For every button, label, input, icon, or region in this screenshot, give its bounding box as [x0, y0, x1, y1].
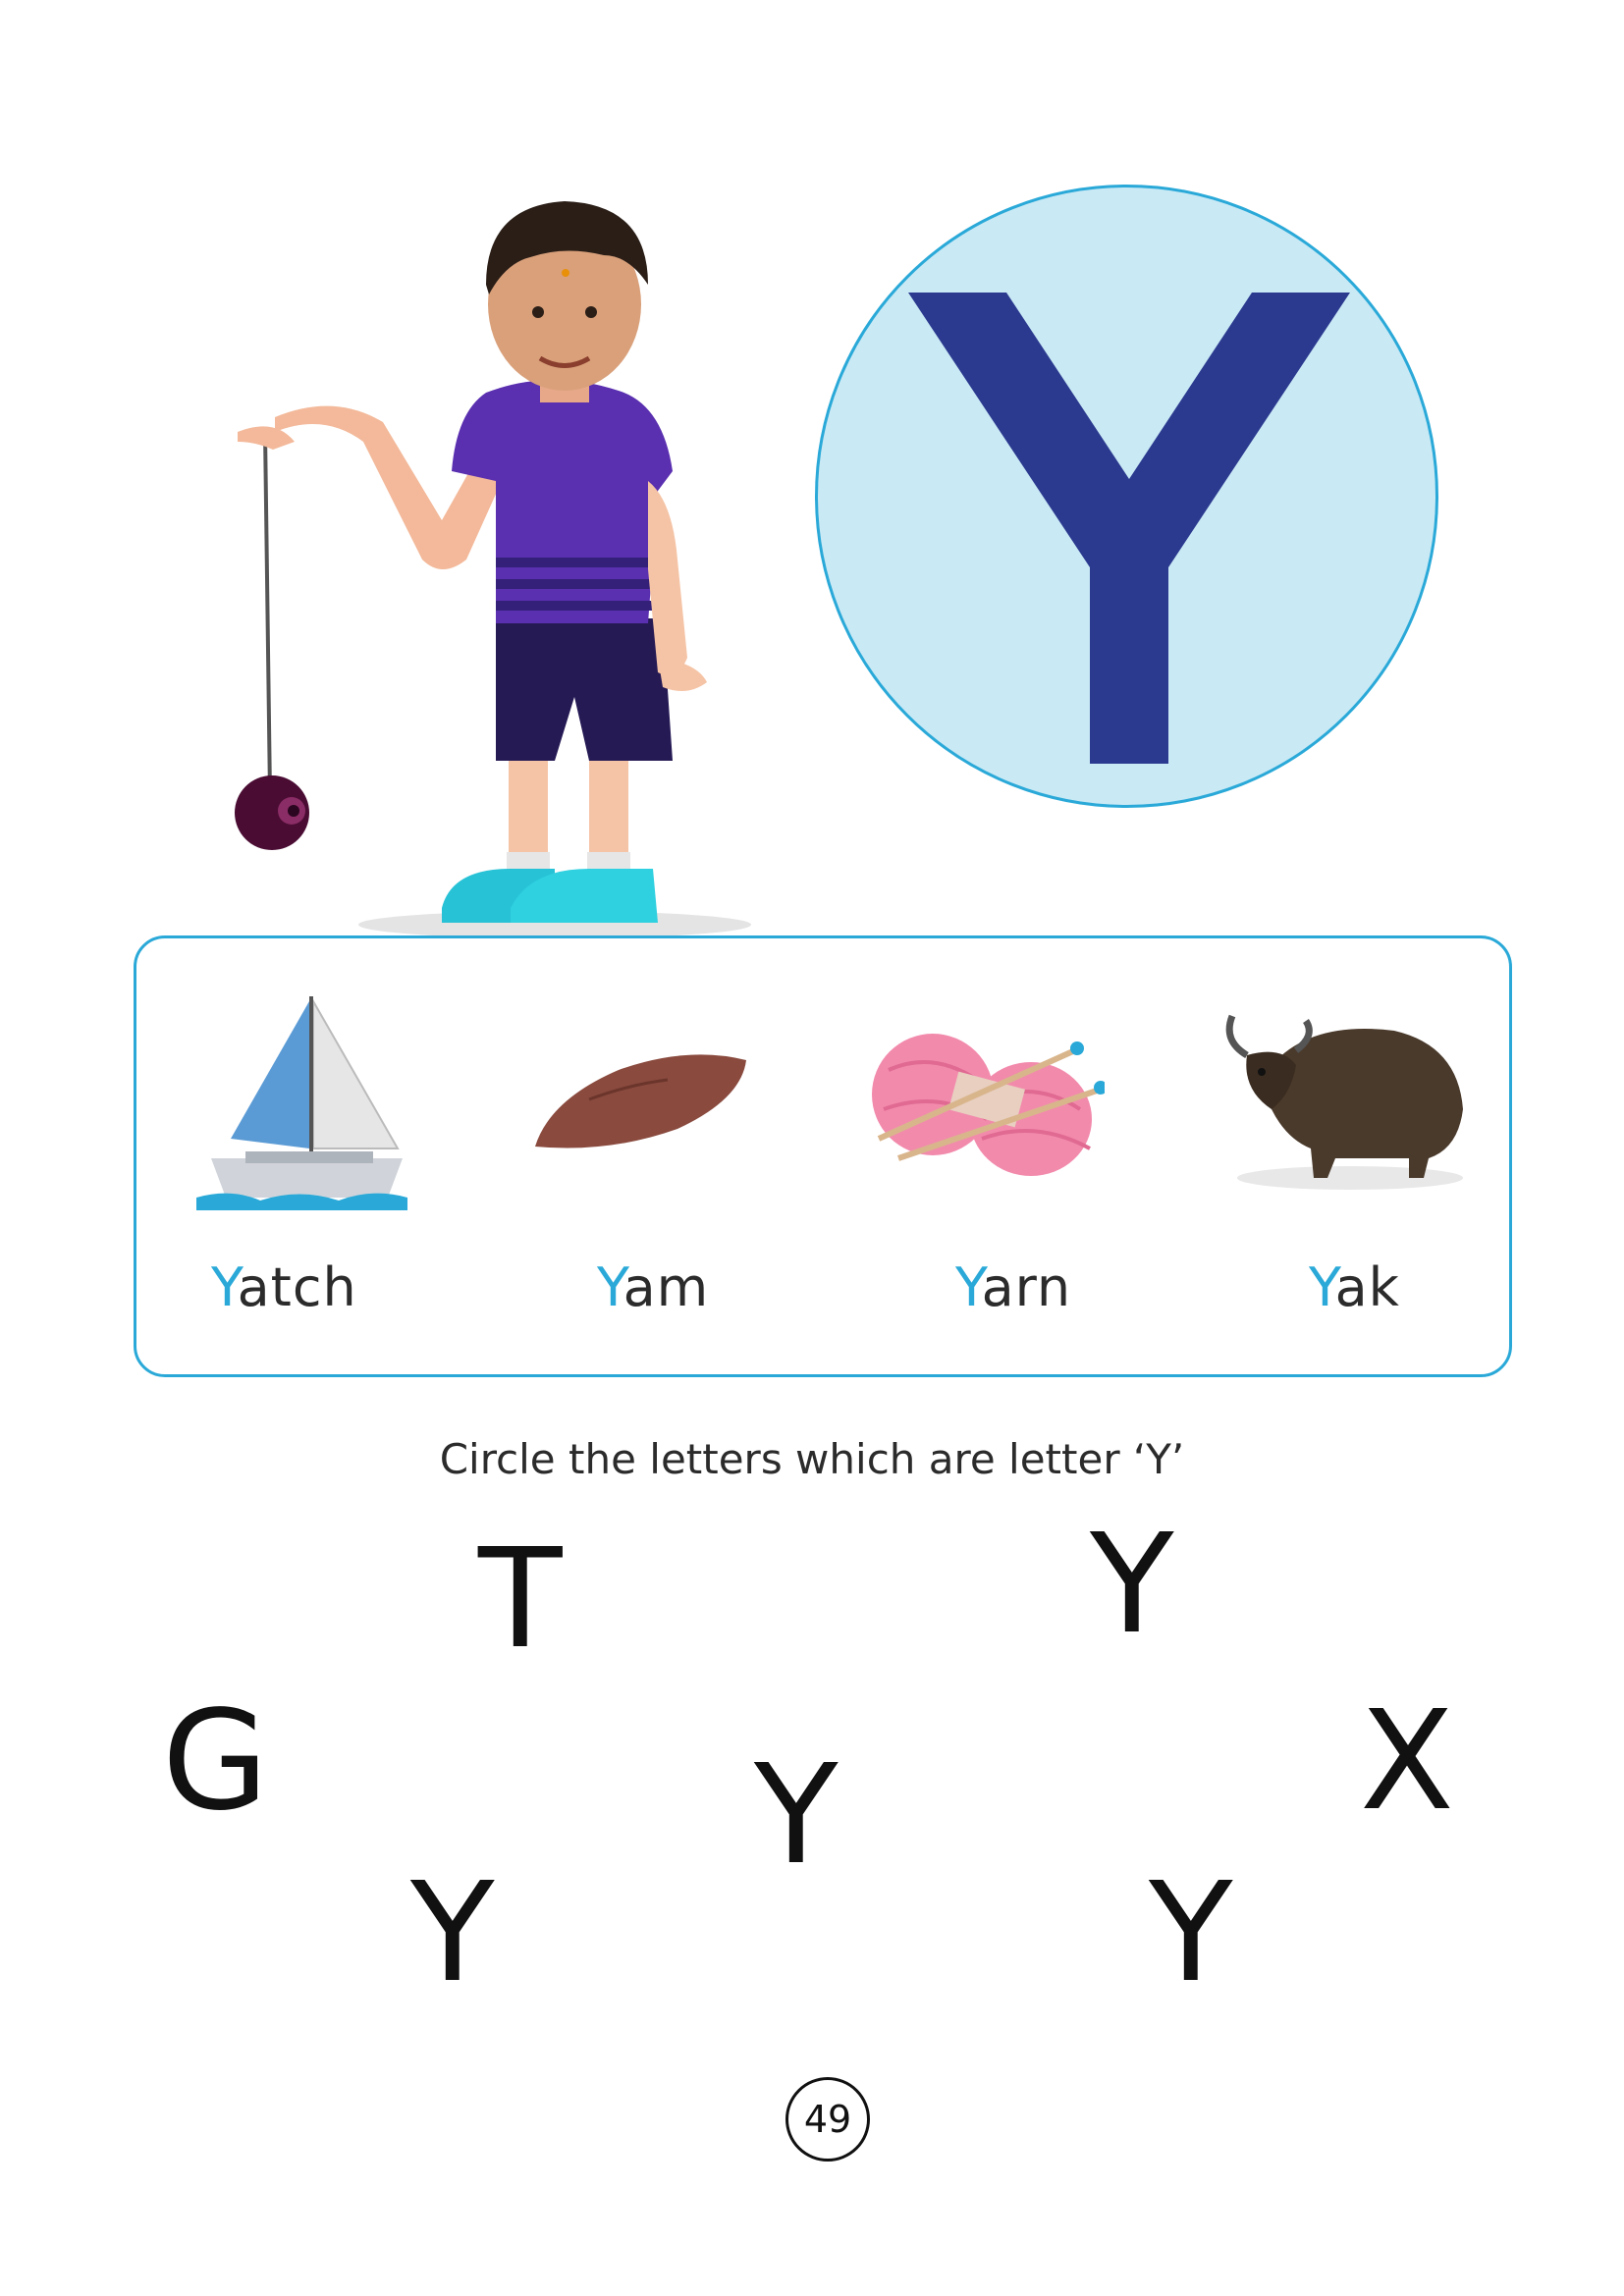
letter-option[interactable]: X — [1360, 1693, 1454, 1831]
letter-option[interactable]: T — [478, 1531, 563, 1669]
instruction-text: Circle the letters which are letter ‘Y’ — [439, 1435, 1185, 1483]
yarn-ball-icon — [872, 1034, 1105, 1176]
word-first-letter: Y — [1309, 1256, 1335, 1318]
word-rest: atch — [237, 1256, 357, 1318]
letter-option[interactable]: Y — [754, 1747, 839, 1885]
page-number: 49 — [785, 2077, 870, 2162]
sailboat-icon — [196, 996, 407, 1210]
boy-with-yoyo-icon — [235, 201, 751, 938]
word-rest: am — [623, 1256, 710, 1318]
word-rest: ak — [1334, 1256, 1400, 1318]
word-label-yatch: Yatch — [211, 1256, 357, 1318]
word-first-letter: Y — [597, 1256, 623, 1318]
word-label-yak: Yak — [1309, 1256, 1400, 1318]
letter-option[interactable]: Y — [410, 1865, 495, 2002]
letter-option[interactable]: Y — [1149, 1865, 1233, 2002]
letter-option[interactable]: G — [162, 1693, 269, 1831]
word-label-yam: Yam — [597, 1256, 709, 1318]
letter-option[interactable]: Y — [1090, 1517, 1174, 1654]
word-label-yarn: Yarn — [955, 1256, 1071, 1318]
hero-letter-y — [908, 293, 1350, 764]
word-first-letter: Y — [955, 1256, 982, 1318]
sweet-potato-icon — [535, 1054, 746, 1148]
yak-icon — [1225, 1014, 1463, 1190]
word-first-letter: Y — [211, 1256, 238, 1318]
word-rest: arn — [981, 1256, 1072, 1318]
